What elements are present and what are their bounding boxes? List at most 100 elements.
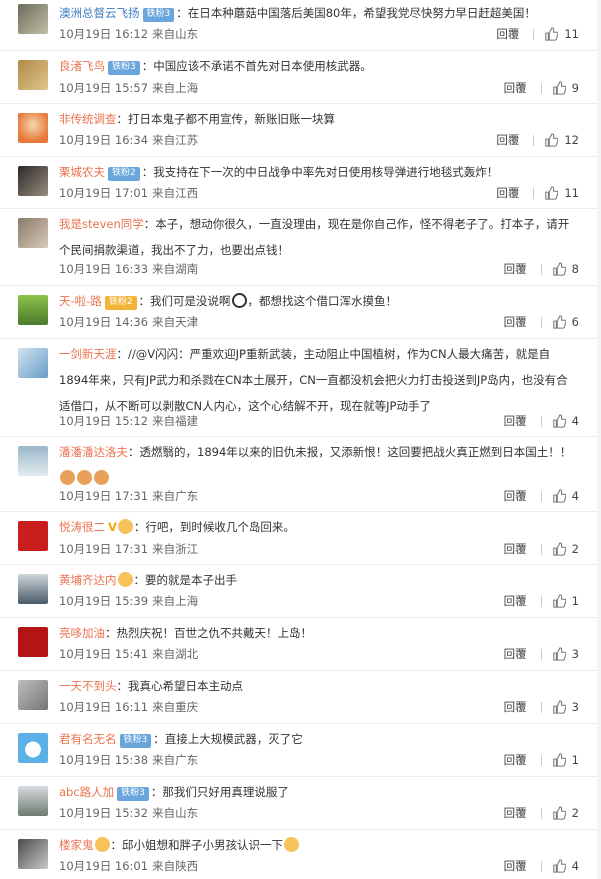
avatar[interactable] <box>18 574 48 604</box>
reply-button[interactable]: 回覆 <box>496 130 519 150</box>
username[interactable]: 栗城农夫 <box>59 165 105 179</box>
scrollbar[interactable] <box>597 0 601 879</box>
reply-button[interactable]: 回覆 <box>504 803 527 823</box>
comment-item: 我是steven同学：本子，想动你很久，一直没理由，现在是你自己作，怪不得老子了… <box>0 209 601 286</box>
thumbs-up-icon <box>552 542 566 556</box>
username[interactable]: 一剑新天涯 <box>59 347 117 361</box>
avatar[interactable] <box>18 446 48 476</box>
comment-meta: 10月19日 15:41 来自湖北 回覆 3 <box>59 644 579 664</box>
thumbs-up-icon <box>552 700 566 714</box>
reply-button[interactable]: 回覆 <box>504 312 527 332</box>
thumbs-up-icon <box>552 753 566 767</box>
comment-text: ：行吧，到时候收几个岛回来。 <box>133 520 295 534</box>
comment-time: 10月19日 15:38 <box>59 753 149 767</box>
comment-source: 来自山东 <box>152 27 199 41</box>
divider <box>533 187 535 199</box>
username[interactable]: 潘潘潘达洛夫 <box>59 445 128 459</box>
comment-meta: 10月19日 16:33 来自湖南 回覆 8 <box>59 259 579 279</box>
username[interactable]: 天-啦-路 <box>59 294 102 308</box>
reply-button[interactable]: 回覆 <box>504 259 527 279</box>
like-button[interactable]: 12 <box>544 130 579 150</box>
divider <box>540 860 542 872</box>
avatar[interactable] <box>18 60 48 90</box>
like-count: 8 <box>571 262 579 276</box>
reply-button[interactable]: 回覆 <box>504 486 527 506</box>
username[interactable]: 悦涛很二 <box>59 520 105 534</box>
comment-text-continued: ，都想找这个借口浑水摸鱼！ <box>247 294 398 308</box>
like-button[interactable]: 2 <box>552 803 579 823</box>
username[interactable]: 亮哆加油 <box>59 626 105 640</box>
username[interactable]: 我是steven同学 <box>59 217 144 231</box>
avatar[interactable] <box>18 733 48 763</box>
username[interactable]: abc路人加 <box>59 785 114 799</box>
username[interactable]: 一天不到头 <box>59 679 117 693</box>
comment-source: 来自福建 <box>152 414 199 428</box>
avatar[interactable] <box>18 348 48 378</box>
divider <box>540 415 542 427</box>
username[interactable]: 君有名无名 <box>59 732 117 746</box>
comment-text: ：我们可是没说啊 <box>138 294 231 308</box>
fan-badge[interactable]: 铁粉3 <box>142 8 175 22</box>
comment-text: ：在日本种蘑菇中国落后美国80年，希望我党尽快努力早日赶超美国！ <box>176 6 536 20</box>
like-button[interactable]: 1 <box>552 591 579 611</box>
reply-button[interactable]: 回覆 <box>504 539 527 559</box>
reply-button[interactable]: 回覆 <box>504 697 527 717</box>
comment-meta: 10月19日 15:39 来自上海 回覆 1 <box>59 591 579 611</box>
like-button[interactable]: 4 <box>552 486 579 506</box>
panda-emoji-icon <box>231 293 247 308</box>
reply-button[interactable]: 回覆 <box>504 856 527 876</box>
username[interactable]: 非传统调查 <box>59 112 117 126</box>
comment-item: 亮哆加油：热烈庆祝！百世之仇不共戴天！上岛！ 10月19日 15:41 来自湖北 … <box>0 618 601 671</box>
thumbs-up-icon <box>552 806 566 820</box>
avatar[interactable] <box>18 521 48 551</box>
comment-text: ：打日本鬼子都不用宣传，新账旧账一块算 <box>116 112 336 126</box>
avatar[interactable] <box>18 218 48 248</box>
like-button[interactable]: 4 <box>552 856 579 876</box>
reply-button[interactable]: 回覆 <box>504 78 527 98</box>
avatar[interactable] <box>18 680 48 710</box>
reply-button[interactable]: 回覆 <box>504 750 527 770</box>
like-button[interactable]: 11 <box>544 24 579 44</box>
avatar[interactable] <box>18 627 48 657</box>
comment-time: 10月19日 16:11 <box>59 700 149 714</box>
username[interactable]: 黄埔齐达内 <box>59 573 117 587</box>
like-button[interactable]: 11 <box>544 183 579 203</box>
reply-button[interactable]: 回覆 <box>496 183 519 203</box>
avatar[interactable] <box>18 4 48 34</box>
comment-text: ：热烈庆祝！百世之仇不共戴天！上岛！ <box>105 626 312 640</box>
like-button[interactable]: 1 <box>552 750 579 770</box>
bear-emoji-icon <box>284 837 299 852</box>
reply-button[interactable]: 回覆 <box>504 411 527 431</box>
fan-badge[interactable]: 铁粉3 <box>108 61 140 75</box>
username[interactable]: 楼家鬼 <box>59 838 94 852</box>
divider <box>540 807 542 819</box>
like-button[interactable]: 2 <box>552 539 579 559</box>
like-button[interactable]: 3 <box>552 697 579 717</box>
reply-button[interactable]: 回覆 <box>496 24 519 44</box>
avatar[interactable] <box>18 113 48 143</box>
avatar[interactable] <box>18 166 48 196</box>
avatar[interactable] <box>18 839 48 869</box>
like-count: 11 <box>564 186 579 200</box>
like-button[interactable]: 6 <box>552 312 579 332</box>
reply-button[interactable]: 回覆 <box>504 644 527 664</box>
like-button[interactable]: 3 <box>552 644 579 664</box>
like-button[interactable]: 9 <box>552 78 579 98</box>
like-count: 1 <box>571 753 579 767</box>
avatar[interactable] <box>18 295 48 325</box>
fan-badge[interactable]: 铁粉2 <box>104 296 137 310</box>
thumbs-up-icon <box>552 262 566 276</box>
username[interactable]: 良渚飞鸟 <box>59 59 105 73</box>
comment-time: 10月19日 17:01 <box>59 186 149 200</box>
avatar[interactable] <box>18 786 48 816</box>
comment-meta: 10月19日 16:34 来自江苏 回覆 12 <box>59 130 579 150</box>
thumbs-up-icon <box>552 315 566 329</box>
fan-badge[interactable]: 铁粉3 <box>119 734 152 748</box>
reply-button[interactable]: 回覆 <box>504 591 527 611</box>
username[interactable]: 澳洲总督云飞扬 <box>59 6 140 20</box>
like-button[interactable]: 8 <box>552 259 579 279</box>
fan-badge[interactable]: 铁粉2 <box>108 167 140 181</box>
fan-badge[interactable]: 铁粉3 <box>117 787 149 801</box>
thumbs-up-icon <box>552 647 566 661</box>
like-button[interactable]: 4 <box>552 411 579 431</box>
